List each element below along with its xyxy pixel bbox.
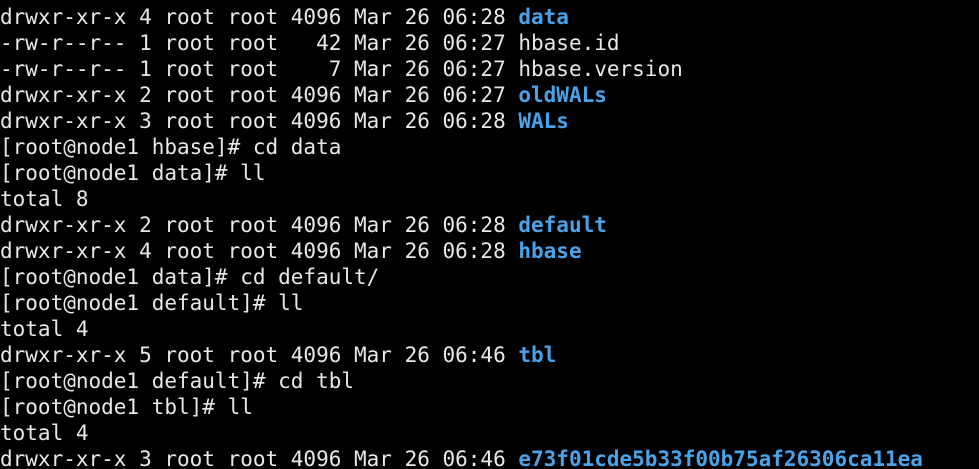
total-line: total 4	[0, 421, 89, 445]
command-prompt-line: [root@node1 default]# ll	[0, 291, 304, 315]
entry-meta: -rw-r--r-- 1 root root 42 Mar 26 06:27	[0, 31, 519, 55]
command-prompt-line: [root@node1 data]# ll	[0, 161, 266, 185]
total-line: total 4	[0, 317, 89, 341]
entry-meta: -rw-r--r-- 1 root root 7 Mar 26 06:27	[0, 57, 519, 81]
directory-name: default	[518, 213, 607, 237]
ls-entry-line: drwxr-xr-x 2 root root 4096 Mar 26 06:28…	[0, 212, 607, 238]
entry-meta: drwxr-xr-x 4 root root 4096 Mar 26 06:28	[0, 239, 519, 263]
directory-name: WALs	[518, 109, 569, 133]
ls-entry-line: -rw-r--r-- 1 root root 7 Mar 26 06:27 hb…	[0, 56, 683, 82]
ls-entry-line: drwxr-xr-x 5 root root 4096 Mar 26 06:46…	[0, 342, 556, 368]
directory-name: hbase	[518, 239, 582, 263]
entry-meta: drwxr-xr-x 4 root root 4096 Mar 26 06:28	[0, 5, 519, 29]
entry-meta: drwxr-xr-x 2 root root 4096 Mar 26 06:27	[0, 83, 519, 107]
ls-entry-line: drwxr-xr-x 4 root root 4096 Mar 26 06:28…	[0, 4, 569, 30]
command-prompt-line: [root@node1 tbl]# ll	[0, 395, 253, 419]
command-prompt-line: [root@node1 hbase]# cd data	[0, 135, 342, 159]
entry-meta: drwxr-xr-x 3 root root 4096 Mar 26 06:46	[0, 447, 519, 469]
ls-entry-line: drwxr-xr-x 3 root root 4096 Mar 26 06:46…	[0, 446, 923, 469]
directory-name: e73f01cde5b33f00b75af26306ca11ea	[518, 447, 923, 469]
command-prompt-line: [root@node1 data]# cd default/	[0, 265, 380, 289]
ls-entry-line: -rw-r--r-- 1 root root 42 Mar 26 06:27 h…	[0, 30, 620, 56]
directory-name: data	[518, 5, 569, 29]
entry-meta: drwxr-xr-x 3 root root 4096 Mar 26 06:28	[0, 109, 519, 133]
directory-name: tbl	[518, 343, 557, 367]
directory-name: oldWALs	[518, 83, 607, 107]
entry-meta: drwxr-xr-x 5 root root 4096 Mar 26 06:46	[0, 343, 519, 367]
file-name: hbase.version	[518, 57, 683, 81]
file-name: hbase.id	[518, 31, 620, 55]
entry-meta: drwxr-xr-x 2 root root 4096 Mar 26 06:28	[0, 213, 519, 237]
terminal-window[interactable]: drwxr-xr-x 4 root root 4096 Mar 26 06:28…	[0, 0, 979, 469]
command-prompt-line: [root@node1 default]# cd tbl	[0, 369, 355, 393]
ls-entry-line: drwxr-xr-x 2 root root 4096 Mar 26 06:27…	[0, 82, 607, 108]
ls-entry-line: drwxr-xr-x 3 root root 4096 Mar 26 06:28…	[0, 108, 569, 134]
ls-entry-line: drwxr-xr-x 4 root root 4096 Mar 26 06:28…	[0, 238, 582, 264]
total-line: total 8	[0, 187, 89, 211]
